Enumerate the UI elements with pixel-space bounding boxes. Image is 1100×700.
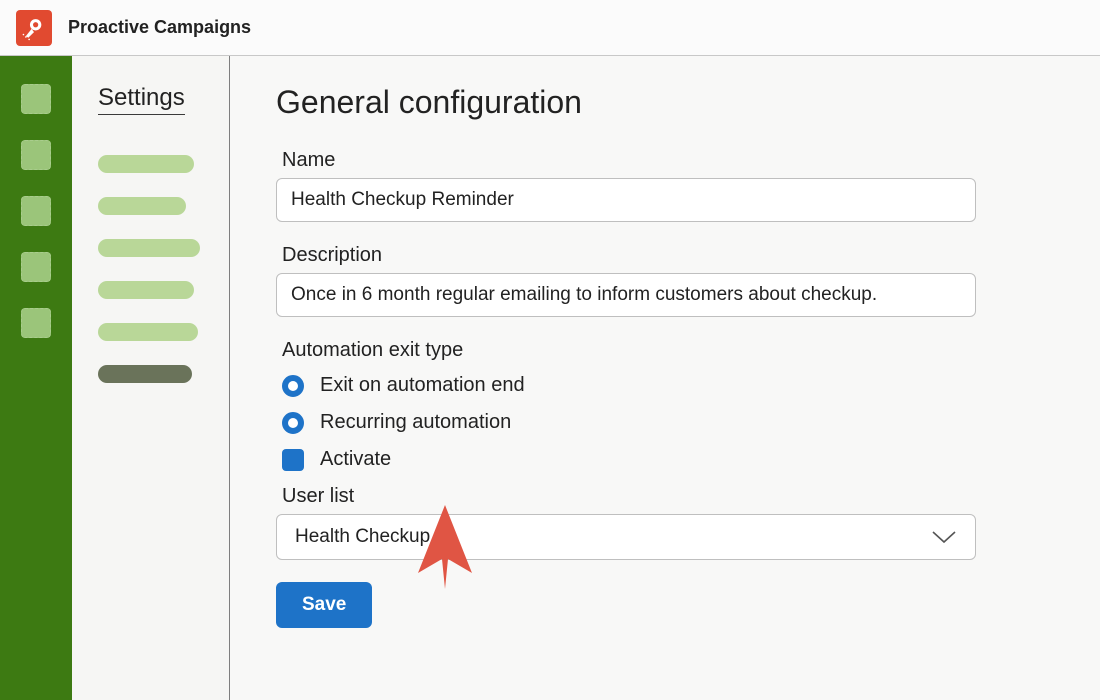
option-label: Activate [320,448,391,471]
description-input[interactable] [276,273,976,317]
name-input[interactable] [276,178,976,222]
save-button[interactable]: Save [276,582,372,628]
rail-item[interactable] [21,84,51,114]
option-recurring[interactable]: Recurring automation [282,411,1040,434]
radio-selected-icon [282,375,304,397]
sidebar-item[interactable] [98,197,186,215]
rail-item[interactable] [21,252,51,282]
exit-type-heading: Automation exit type [282,339,1040,362]
settings-sidebar: Settings [72,56,230,700]
option-label: Exit on automation end [320,374,525,397]
app-logo [16,10,52,46]
chevron-down-icon [931,529,957,545]
nav-rail [0,56,72,700]
app-title: Proactive Campaigns [68,17,251,38]
rail-item[interactable] [21,196,51,226]
select-value: Health Checkup [295,526,430,548]
sidebar-item[interactable] [98,281,194,299]
rail-item[interactable] [21,308,51,338]
checkbox-checked-icon [282,449,304,471]
user-list-select[interactable]: Health Checkup [276,514,976,560]
sidebar-title: Settings [98,84,185,115]
sidebar-item[interactable] [98,155,194,173]
rocket-icon [21,15,47,41]
rail-item[interactable] [21,140,51,170]
option-label: Recurring automation [320,411,511,434]
sidebar-item[interactable] [98,239,200,257]
main-content: General configuration Name Description A… [230,56,1100,700]
description-label: Description [282,244,1040,267]
option-exit-on-end[interactable]: Exit on automation end [282,374,1040,397]
top-bar: Proactive Campaigns [0,0,1100,56]
option-activate[interactable]: Activate [282,448,1040,471]
user-list-label: User list [282,485,1040,508]
sidebar-item[interactable] [98,323,198,341]
sidebar-item-active[interactable] [98,365,192,383]
name-label: Name [282,149,1040,172]
radio-selected-icon [282,412,304,434]
page-title: General configuration [276,84,1040,121]
